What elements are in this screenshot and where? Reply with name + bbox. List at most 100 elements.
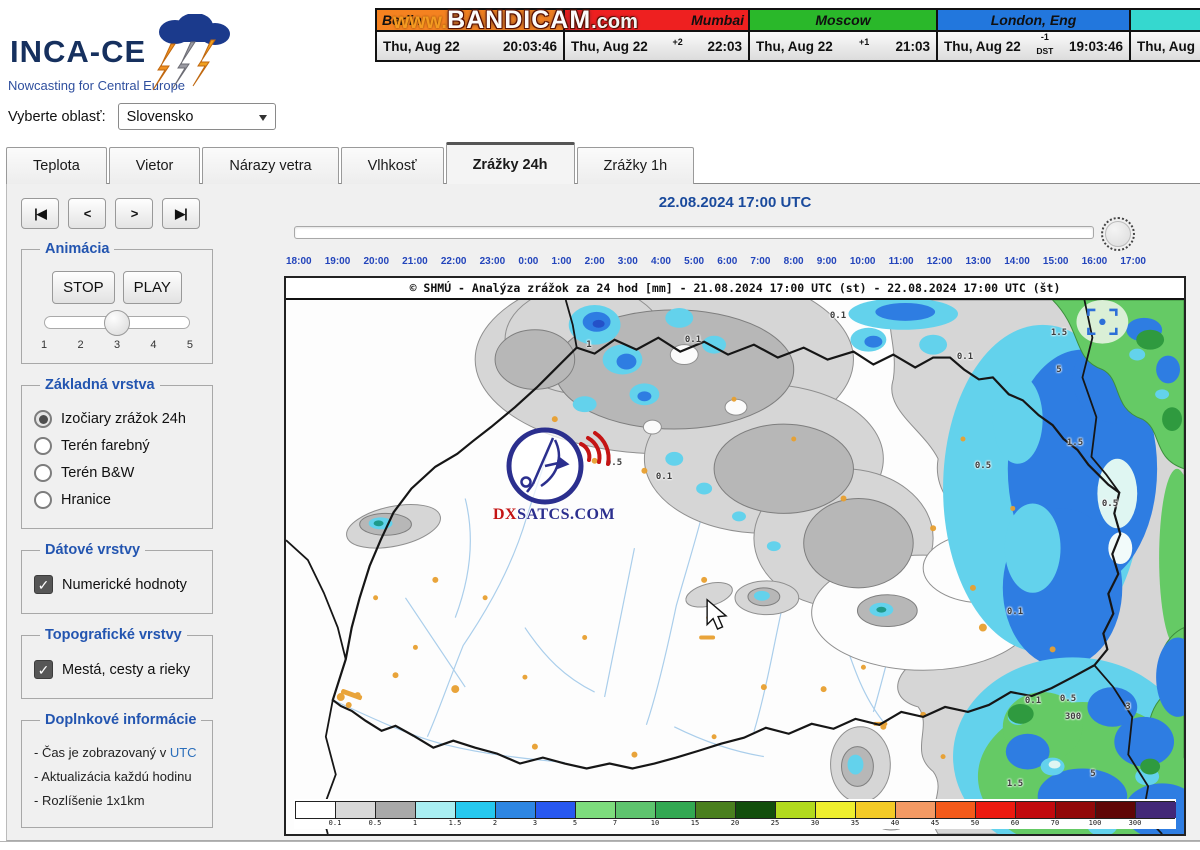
anim-scale-number: 2: [77, 339, 83, 351]
anim-scale: 12345: [41, 339, 193, 351]
radio-icon[interactable]: [34, 437, 52, 455]
timeline-tick-label: 16:00: [1082, 256, 1108, 267]
radio-teren-farebny[interactable]: Terén farebný: [34, 437, 200, 455]
tab-label: Vietor: [136, 158, 174, 174]
legend-value-label: 5: [555, 819, 595, 828]
legend-color-cell: [1016, 802, 1056, 818]
animation-speed-slider-thumb[interactable]: [104, 310, 130, 336]
legend-color-cell: [336, 802, 376, 818]
tab-zrazky-1h[interactable]: Zrážky 1h: [577, 147, 695, 184]
legend-color-cell: [496, 802, 536, 818]
legend-value-label: 20: [715, 819, 755, 828]
checkbox-mesta-cesty-rieky[interactable]: ✓ Mestá, cesty a rieky: [34, 660, 200, 679]
checkbox-checked-icon[interactable]: ✓: [34, 575, 53, 594]
radio-label: Terén B&W: [61, 465, 134, 481]
tab-narazy-vetra[interactable]: Nárazy vetra: [202, 147, 338, 184]
legend-color-cell: [536, 802, 576, 818]
data-layers-group: Dátové vrstvy ✓ Numerické hodnoty: [21, 542, 213, 614]
step-next-button[interactable]: >: [115, 198, 153, 229]
data-layers-legend: Dátové vrstvy: [40, 542, 145, 558]
anim-scale-number: 3: [114, 339, 120, 351]
utc-link[interactable]: UTC: [170, 745, 197, 760]
legend-color-cell: [1136, 802, 1176, 818]
checkbox-numericke-hodnoty[interactable]: ✓ Numerické hodnoty: [34, 575, 200, 594]
radio-hranice[interactable]: Hranice: [34, 491, 200, 509]
clock-time: 22:03: [707, 39, 742, 54]
legend-color-cell: [576, 802, 616, 818]
region-select-value: Slovensko: [127, 109, 194, 125]
contour-value-label: 0.5: [975, 461, 991, 471]
legend-value-label: 15: [675, 819, 715, 828]
step-first-button[interactable]: |◀: [21, 198, 59, 229]
legend-color-cell: [896, 802, 936, 818]
timeline-tick-label: 6:00: [717, 256, 737, 267]
timeline-current-time: 22.08.2024 17:00 UTC: [284, 194, 1186, 211]
tab-teplota[interactable]: Teplota: [6, 147, 107, 184]
timeline-slider-track[interactable]: [294, 226, 1094, 239]
dxsatcs-text: DXSATCS.COM: [493, 506, 613, 524]
timeline-tick-label: 1:00: [551, 256, 571, 267]
timeline-tick-label: 7:00: [750, 256, 770, 267]
info-line-update: - Aktualizácia každú hodinu: [34, 769, 200, 784]
legend-value-label: 1: [395, 819, 435, 828]
contour-value-label: 300: [1065, 712, 1081, 722]
legend-value-label: 7: [595, 819, 635, 828]
precipitation-map[interactable]: © SHMÚ - Analýza zrážok za 24 hod [mm] -…: [284, 276, 1186, 836]
radio-izociary-zrazok-24h[interactable]: Izočiary zrážok 24h: [34, 410, 200, 428]
region-select[interactable]: Slovensko: [118, 103, 276, 130]
play-button[interactable]: PLAY: [123, 271, 182, 304]
legend-value-label: 70: [1035, 819, 1075, 828]
legend-value-label: 50: [955, 819, 995, 828]
legend-color-cell: [1096, 802, 1136, 818]
tab-zrazky-24h[interactable]: Zrážky 24h: [446, 142, 575, 184]
clock-utc-offset: +1: [833, 38, 896, 47]
radio-label: Izočiary zrážok 24h: [61, 411, 186, 427]
contour-value-label: 1.5: [1067, 438, 1083, 448]
legend-value-label: 0.1: [315, 819, 355, 828]
legend-color-cell: [616, 802, 656, 818]
timeline-tick-label: 8:00: [784, 256, 804, 267]
tab-vlhkost[interactable]: Vlhkosť: [341, 147, 444, 184]
radio-icon[interactable]: [34, 491, 52, 509]
timeline-tick-label: 21:00: [402, 256, 428, 267]
clock-date: Thu, Aug: [1137, 39, 1195, 54]
page-bottom-strip: [0, 841, 1200, 850]
contour-value-label: 0.1: [1025, 696, 1041, 706]
legend-color-cell: [456, 802, 496, 818]
animation-speed-slider[interactable]: [44, 316, 190, 329]
region-select-label: Vyberte oblasť:: [8, 109, 106, 125]
legend-value-label: 30: [795, 819, 835, 828]
radio-icon[interactable]: [34, 464, 52, 482]
tab-vietor[interactable]: Vietor: [109, 147, 201, 184]
clock-date: Thu, Aug 22: [571, 39, 648, 54]
radio-icon[interactable]: [34, 410, 52, 428]
legend-color-cell: [296, 802, 336, 818]
clock-dst-label: DST: [1036, 47, 1053, 56]
clock-city-label: London, Eng: [938, 10, 1129, 32]
radio-teren-bw[interactable]: Terén B&W: [34, 464, 200, 482]
timeline-tick-label: 3:00: [618, 256, 638, 267]
legend-value-label: 40: [875, 819, 915, 828]
contour-value-label: 1: [586, 340, 591, 350]
legend-value-label: 10: [635, 819, 675, 828]
map-body[interactable]: 10.10.10.50.10.10.51.551.50.50.10.10.530…: [286, 300, 1184, 834]
clock-cell-2: Moscow Thu, Aug 22 +1 21:03: [748, 10, 936, 60]
clock-time: 19:03:46: [1069, 39, 1123, 54]
anim-scale-number: 4: [150, 339, 156, 351]
timeline-slider-thumb[interactable]: [1101, 217, 1135, 251]
timeline-tick-label: 11:00: [889, 256, 914, 267]
clock-city-label: Rabat: [1131, 10, 1200, 32]
legend-color-cell: [656, 802, 696, 818]
tab-label: Zrážky 24h: [473, 157, 548, 173]
stop-button[interactable]: STOP: [52, 271, 115, 304]
checkbox-checked-icon[interactable]: ✓: [34, 660, 53, 679]
info-legend: Doplnkové informácie: [40, 712, 201, 728]
legend-value-label: 35: [835, 819, 875, 828]
step-prev-button[interactable]: <: [68, 198, 106, 229]
step-last-button[interactable]: ▶|: [162, 198, 200, 229]
info-line-resolution: - Rozlíšenie 1x1km: [34, 793, 200, 808]
radio-label: Hranice: [61, 492, 111, 508]
anim-scale-number: 5: [187, 339, 193, 351]
clock-date: Thu, Aug 22: [383, 39, 460, 54]
checkbox-label: Mestá, cesty a rieky: [62, 662, 190, 678]
